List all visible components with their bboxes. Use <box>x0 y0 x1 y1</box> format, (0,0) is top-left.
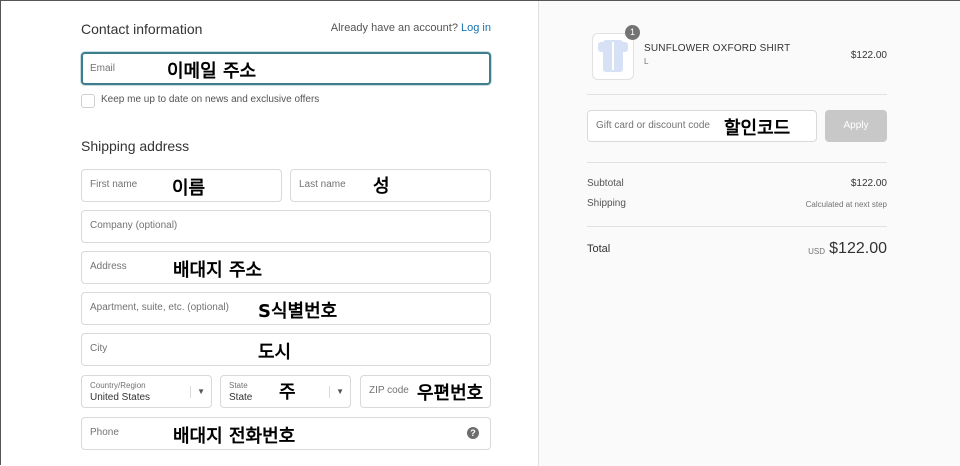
order-summary-panel: 1 SUNFLOWER OXFORD SHIRT L $122.00 Gift … <box>538 1 960 466</box>
last-name-annotation: 성 <box>373 176 390 197</box>
divider <box>587 226 887 227</box>
state-select[interactable]: State State 주 ▼ <box>220 375 351 408</box>
checkout-form-panel: Contact information Already have an acco… <box>1 1 538 466</box>
login-link[interactable]: Log in <box>461 22 491 34</box>
subtotal-label: Subtotal <box>587 178 624 189</box>
product-variant: L <box>644 57 649 66</box>
shipping-label: Shipping <box>587 198 626 209</box>
last-name-placeholder: Last name <box>299 179 346 190</box>
total-label: Total <box>587 243 611 255</box>
zip-annotation: 우편번호 <box>417 383 484 404</box>
state-label: State <box>229 381 248 390</box>
login-prompt-text: Already have an account? <box>330 22 458 34</box>
email-placeholder: Email <box>90 63 116 74</box>
phone-annotation: 배대지 전화번호 <box>173 426 296 447</box>
divider <box>587 162 887 163</box>
phone-placeholder: Phone <box>90 427 119 438</box>
last-name-field[interactable]: Last name 성 <box>290 169 491 202</box>
phone-field[interactable]: Phone 배대지 전화번호 ? <box>81 417 491 450</box>
product-price: $122.00 <box>850 50 887 61</box>
first-name-annotation: 이름 <box>172 178 206 199</box>
quantity-badge: 1 <box>625 25 640 40</box>
first-name-placeholder: First name <box>90 179 138 190</box>
product-thumbnail <box>592 33 634 80</box>
email-annotation: 이메일 주소 <box>167 61 257 82</box>
company-field[interactable]: Company (optional) <box>81 210 491 243</box>
country-select[interactable]: Country/Region United States ▼ <box>81 375 212 408</box>
city-annotation: 도시 <box>258 342 292 363</box>
address-annotation: 배대지 주소 <box>173 260 263 281</box>
apartment-field[interactable]: Apartment, suite, etc. (optional) S식별번호 <box>81 292 491 325</box>
chevron-down-icon: ▼ <box>190 386 205 398</box>
chevron-down-icon: ▼ <box>329 386 344 398</box>
country-value: United States <box>90 392 151 403</box>
company-placeholder: Company (optional) <box>90 220 178 231</box>
subtotal-value: $122.00 <box>850 178 887 189</box>
shirt-image <box>598 40 628 72</box>
city-placeholder: City <box>90 343 108 354</box>
address-placeholder: Address <box>90 261 127 272</box>
state-annotation: 주 <box>279 382 296 403</box>
help-icon[interactable]: ? <box>467 427 479 439</box>
contact-section-title: Contact information <box>81 21 203 37</box>
total-value: $122.00 <box>829 240 887 257</box>
zip-field[interactable]: ZIP code 우편번호 <box>360 375 491 408</box>
discount-placeholder: Gift card or discount code <box>596 120 710 131</box>
product-name: SUNFLOWER OXFORD SHIRT <box>644 43 791 54</box>
address-field[interactable]: Address 배대지 주소 <box>81 251 491 284</box>
newsletter-label: Keep me up to date on news and exclusive… <box>101 94 320 105</box>
city-field[interactable]: City 도시 <box>81 333 491 366</box>
divider <box>587 94 887 95</box>
total-currency: USD <box>808 247 825 256</box>
zip-placeholder: ZIP code <box>369 385 409 396</box>
country-label: Country/Region <box>90 381 146 390</box>
shipping-value: Calculated at next step <box>805 200 887 209</box>
first-name-field[interactable]: First name 이름 <box>81 169 282 202</box>
discount-code-field[interactable]: Gift card or discount code 할인코드 <box>587 110 817 142</box>
login-prompt: Already have an account? Log in <box>331 22 491 34</box>
state-value: State <box>229 392 253 403</box>
apply-button[interactable]: Apply <box>825 110 887 142</box>
shipping-section-title: Shipping address <box>81 138 190 154</box>
newsletter-checkbox[interactable] <box>81 94 95 108</box>
apartment-placeholder: Apartment, suite, etc. (optional) <box>90 302 229 313</box>
apartment-annotation: S식별번호 <box>258 301 338 322</box>
email-field[interactable]: Email 이메일 주소 <box>81 52 491 85</box>
discount-annotation: 할인코드 <box>724 118 791 139</box>
